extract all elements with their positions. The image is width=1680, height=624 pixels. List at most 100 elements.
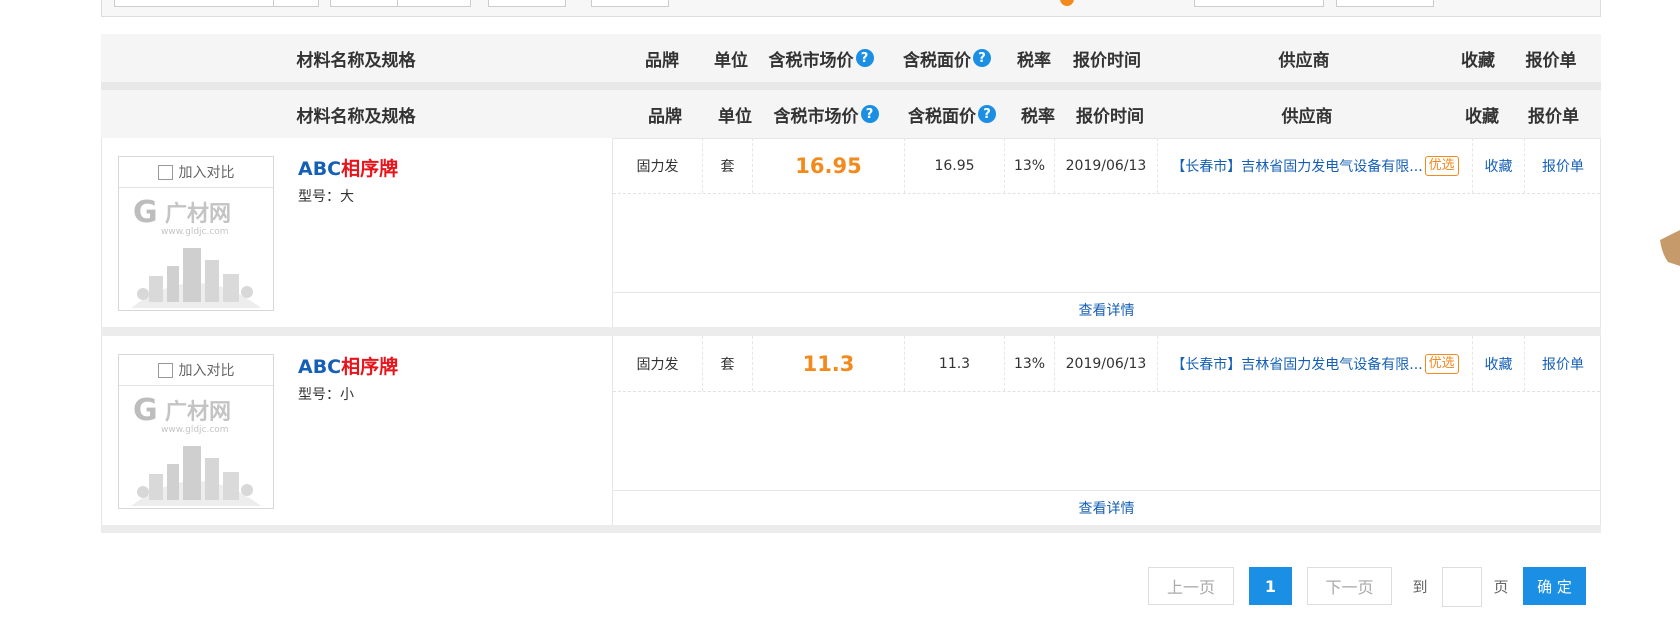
prev-page-button[interactable]: 上一页 bbox=[1148, 567, 1234, 605]
compare-label: 加入对比 bbox=[178, 363, 235, 379]
filter-input[interactable] bbox=[1194, 0, 1324, 7]
quote-tax-rate: 13% bbox=[1005, 336, 1055, 391]
preferred-badge: 优选 bbox=[1424, 353, 1459, 374]
product-name-brand[interactable]: ABC bbox=[298, 158, 341, 180]
product-info: 加入对比 G 广材网 www.gldjc.com ABC相序牌 型号：小 bbox=[102, 336, 613, 525]
filter-input[interactable] bbox=[114, 0, 276, 7]
svg-text:G: G bbox=[133, 393, 158, 428]
product-info: 加入对比 G 广材网 www.gldjc.com ABC相序牌 型号：大 bbox=[102, 138, 613, 327]
quote-time: 2019/06/13 bbox=[1055, 138, 1158, 193]
help-icon[interactable]: ? bbox=[973, 49, 991, 67]
svg-text:G: G bbox=[133, 195, 158, 230]
supplier-link[interactable]: 【长春市】吉林省固力发电气设备有限... bbox=[1171, 354, 1422, 374]
page-label: 页 bbox=[1493, 577, 1509, 596]
product-name[interactable]: ABC相序牌 bbox=[298, 154, 398, 181]
filter-input[interactable] bbox=[591, 0, 669, 7]
quote-market-price: 16.95 bbox=[753, 138, 905, 193]
quote-supplier: 【长春市】吉林省固力发电气设备有限... 优选 bbox=[1158, 336, 1473, 391]
header-quote-time: 报价时间 bbox=[1076, 106, 1144, 127]
help-icon[interactable]: ? bbox=[855, 49, 874, 67]
quote-brand: 固力发 bbox=[613, 138, 703, 193]
table-header-sticky: 材料名称及规格 品牌 单位 含税市场价? 含税面价? 税率 报价时间 供应商 收… bbox=[101, 34, 1601, 82]
header-unit: 单位 bbox=[718, 106, 752, 127]
toggle-icon[interactable] bbox=[1060, 0, 1074, 6]
supplier-link[interactable]: 【长春市】吉林省固力发电气设备有限... bbox=[1171, 156, 1422, 176]
goto-label: 到 bbox=[1412, 577, 1428, 596]
checkbox-icon[interactable] bbox=[157, 362, 173, 378]
header-market-price-label: 含税市场价 bbox=[773, 106, 859, 127]
logo-url: www.gldjc.com bbox=[161, 425, 229, 435]
header-quote-time: 报价时间 bbox=[1073, 50, 1141, 71]
header-favorite: 收藏 bbox=[1465, 106, 1499, 127]
quote-area: 固力发 套 11.3 11.3 13% 2019/06/13 【长春市】吉林省固… bbox=[613, 336, 1600, 525]
filter-input[interactable] bbox=[397, 0, 471, 7]
view-details-link[interactable]: 查看详情 bbox=[613, 292, 1600, 327]
floating-tab-icon[interactable] bbox=[1658, 230, 1680, 266]
header-unit: 单位 bbox=[714, 50, 748, 71]
product-model: 型号：大 bbox=[298, 189, 354, 205]
product-name-brand[interactable]: ABC bbox=[298, 356, 341, 378]
preferred-badge: 优选 bbox=[1424, 155, 1459, 176]
product-name-keyword[interactable]: 相序牌 bbox=[341, 356, 398, 378]
checkbox-icon[interactable] bbox=[157, 164, 173, 180]
page-1-button[interactable]: 1 bbox=[1249, 567, 1292, 605]
compare-label: 加入对比 bbox=[178, 165, 235, 181]
help-icon[interactable]: ? bbox=[978, 105, 996, 123]
quote-sheet-link[interactable]: 报价单 bbox=[1542, 354, 1584, 374]
header-market-price-label: 含税市场价 bbox=[768, 50, 854, 71]
header-separator bbox=[101, 82, 1601, 90]
quote-sheet: 报价单 bbox=[1525, 138, 1601, 193]
header-favorite: 收藏 bbox=[1461, 50, 1495, 71]
header-supplier: 供应商 bbox=[1281, 106, 1333, 127]
quote-row: 固力发 套 11.3 11.3 13% 2019/06/13 【长春市】吉林省固… bbox=[613, 336, 1600, 392]
next-page-button[interactable]: 下一页 bbox=[1307, 567, 1392, 605]
add-compare-checkbox[interactable]: 加入对比 bbox=[119, 157, 273, 188]
header-market-price: 含税市场价? bbox=[756, 34, 886, 82]
header-name: 材料名称及规格 bbox=[296, 106, 416, 127]
placeholder-logo-icon: G 广材网 www.gldjc.com bbox=[131, 195, 261, 308]
product-name[interactable]: ABC相序牌 bbox=[298, 352, 398, 379]
header-brand: 品牌 bbox=[648, 106, 682, 127]
table-header: 材料名称及规格 品牌 单位 含税市场价? 含税面价? 税率 报价时间 供应商 收… bbox=[101, 90, 1601, 139]
product-thumbnail[interactable]: 加入对比 G 广材网 www.gldjc.com bbox=[118, 156, 274, 311]
quote-supplier: 【长春市】吉林省固力发电气设备有限... 优选 bbox=[1158, 138, 1473, 193]
item-separator bbox=[101, 327, 1601, 336]
page-number-input[interactable] bbox=[1442, 567, 1482, 607]
filter-input[interactable] bbox=[1336, 0, 1434, 7]
quote-sheet: 报价单 bbox=[1525, 336, 1601, 391]
quote-favorite: 收藏 bbox=[1473, 138, 1525, 193]
favorite-link[interactable]: 收藏 bbox=[1485, 156, 1513, 176]
header-supplier: 供应商 bbox=[1278, 50, 1330, 71]
filter-dropdown[interactable] bbox=[273, 0, 319, 7]
quote-tax-rate: 13% bbox=[1005, 138, 1055, 193]
quote-favorite: 收藏 bbox=[1473, 336, 1525, 391]
product-item: 加入对比 G 广材网 www.gldjc.com ABC相序牌 型号：大 固力发 bbox=[101, 138, 1601, 327]
add-compare-checkbox[interactable]: 加入对比 bbox=[119, 355, 273, 386]
filter-input[interactable] bbox=[330, 0, 400, 7]
quote-unit: 套 bbox=[703, 336, 753, 391]
quote-sheet-link[interactable]: 报价单 bbox=[1542, 156, 1584, 176]
header-name: 材料名称及规格 bbox=[296, 50, 416, 71]
header-quote-sheet: 报价单 bbox=[1528, 106, 1579, 127]
header-market-price: 含税市场价? bbox=[761, 90, 891, 138]
product-item: 加入对比 G 广材网 www.gldjc.com ABC相序牌 型号：小 固力发 bbox=[101, 336, 1601, 525]
header-face-price-label: 含税面价 bbox=[903, 50, 971, 71]
header-tax-rate: 税率 bbox=[1017, 50, 1051, 71]
header-quote-sheet: 报价单 bbox=[1525, 50, 1577, 71]
product-model: 型号：小 bbox=[298, 387, 354, 403]
filter-input[interactable] bbox=[488, 0, 566, 7]
product-name-keyword[interactable]: 相序牌 bbox=[341, 158, 398, 180]
header-brand: 品牌 bbox=[645, 50, 679, 71]
view-details-link[interactable]: 查看详情 bbox=[613, 490, 1600, 525]
product-thumbnail[interactable]: 加入对比 G 广材网 www.gldjc.com bbox=[118, 354, 274, 509]
quote-face-price: 11.3 bbox=[905, 336, 1005, 391]
favorite-link[interactable]: 收藏 bbox=[1485, 354, 1513, 374]
help-icon[interactable]: ? bbox=[860, 105, 879, 123]
quote-area: 固力发 套 16.95 16.95 13% 2019/06/13 【长春市】吉林… bbox=[613, 138, 1600, 327]
header-face-price: 含税面价? bbox=[891, 90, 1013, 138]
header-face-price: 含税面价? bbox=[886, 34, 1008, 82]
confirm-button[interactable]: 确 定 bbox=[1523, 567, 1586, 605]
item-separator bbox=[101, 525, 1601, 533]
quote-unit: 套 bbox=[703, 138, 753, 193]
logo-text: 广材网 bbox=[165, 201, 231, 227]
